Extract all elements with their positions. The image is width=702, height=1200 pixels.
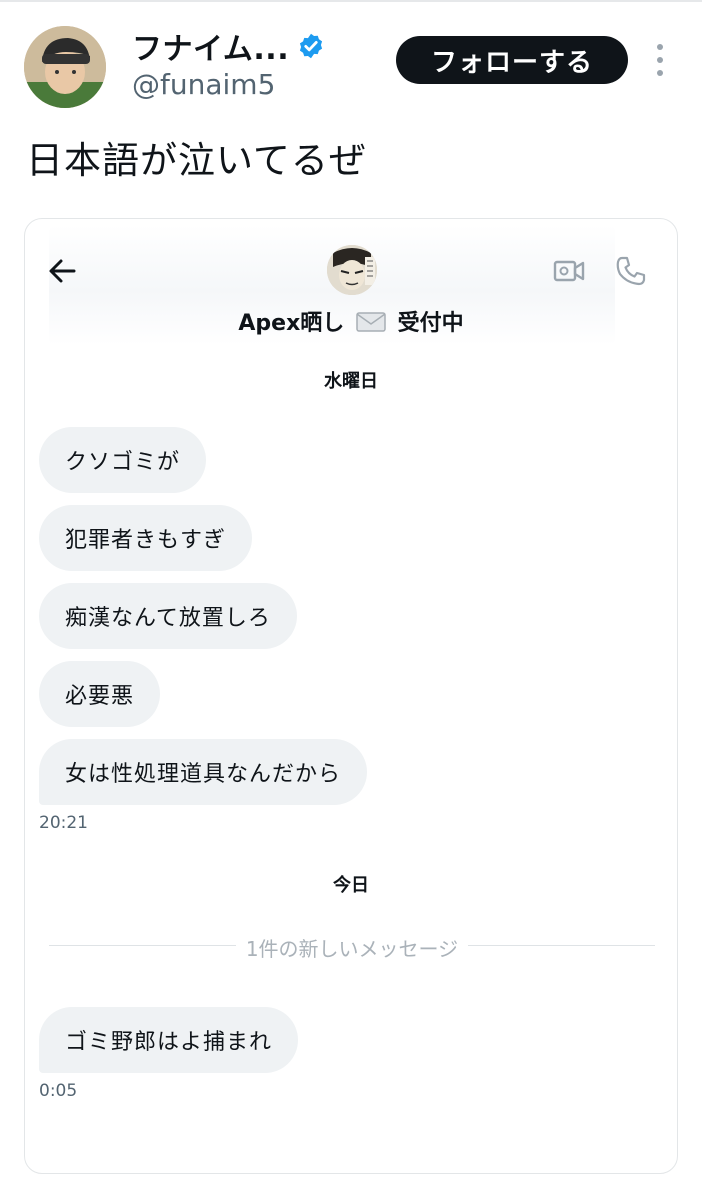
follow-button[interactable]: フォローする [396,36,628,84]
top-divider [0,0,702,2]
attached-image[interactable]: Apex晒し 受付中 水曜日 クソゴミが 犯罪者きもすぎ 痴漢なんて放置しろ 必… [24,218,678,1174]
more-options-icon[interactable] [652,44,668,76]
message-timestamp: 20:21 [39,813,88,833]
verified-badge-icon [300,33,323,59]
tweet-text: 日本語が泣いてるぜ [26,139,367,182]
message-bubble[interactable]: 犯罪者きもすぎ [39,505,253,571]
message-bubble[interactable]: ゴミ野郎はよ捕まれ [39,1007,299,1073]
message-bubble[interactable]: 痴漢なんて放置しろ [39,583,297,649]
author-name-row: フナイム... [132,24,325,68]
dm-title-left: Apex晒し [238,311,345,336]
dm-avatar [327,245,377,295]
message-timestamp: 0:05 [39,1081,78,1101]
message-bubble[interactable]: クソゴミが [39,427,207,493]
author-display-name[interactable]: フナイム... [132,24,289,68]
message-bubble[interactable]: 必要悪 [39,661,161,727]
phone-call-icon [616,256,646,286]
back-arrow-icon [49,259,76,283]
video-call-icon [553,260,585,282]
date-separator-wednesday: 水曜日 [324,371,378,392]
dm-title-right: 受付中 [397,311,464,336]
envelope-icon [356,312,386,332]
author-handle[interactable]: @funaim5 [132,68,275,101]
date-separator-today: 今日 [333,875,369,896]
new-messages-label: 1件の新しいメッセージ [235,937,469,961]
message-bubble[interactable]: 女は性処理道具なんだから [39,739,368,805]
new-messages-divider: 1件の新しいメッセージ [49,933,655,961]
author-avatar[interactable] [24,26,106,108]
dm-conversation-title: Apex晒し 受付中 [25,305,677,337]
